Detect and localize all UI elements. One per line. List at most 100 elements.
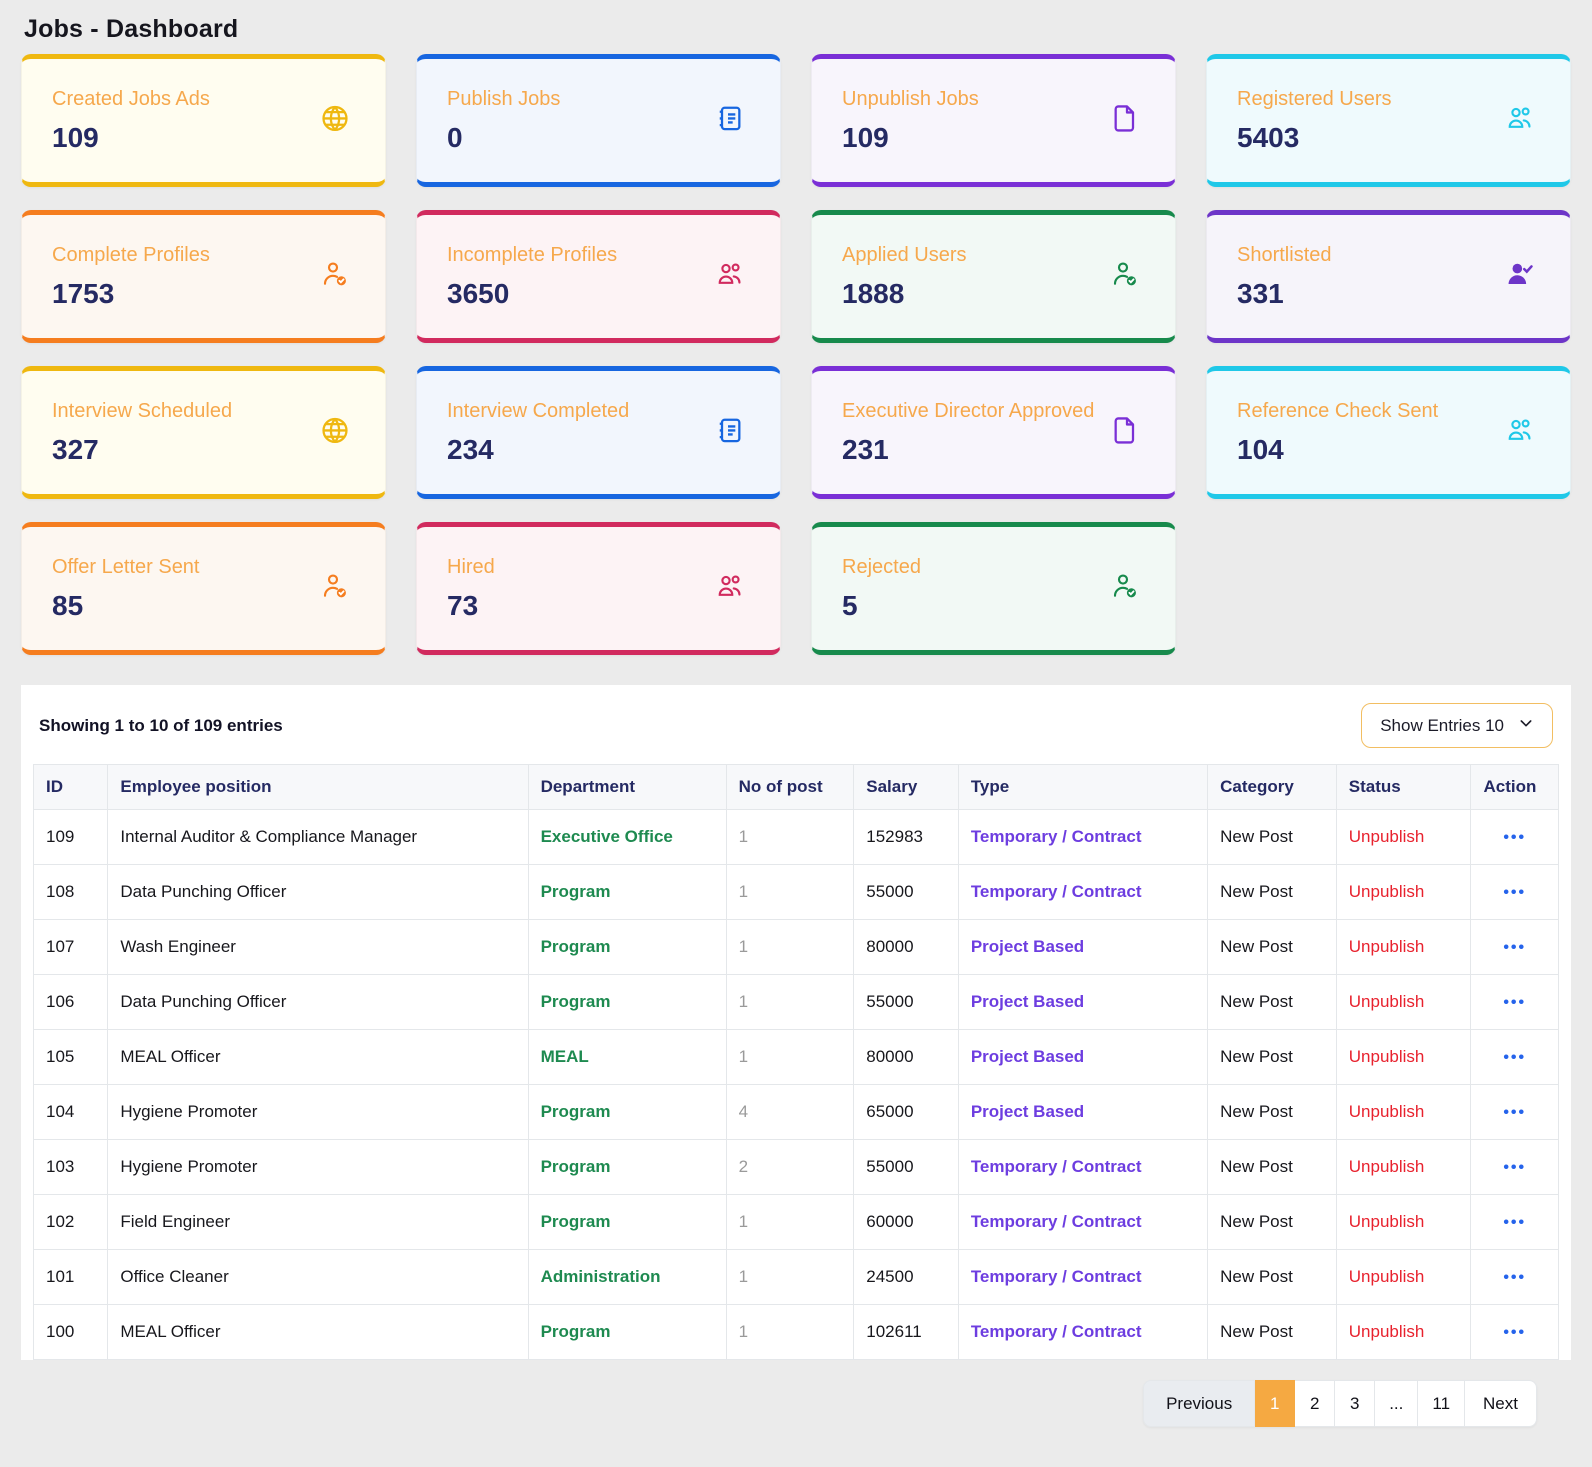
show-entries-label: Show Entries 10 (1380, 716, 1504, 736)
users-icon (1504, 102, 1536, 134)
cell-category: New Post (1208, 1305, 1337, 1360)
page-3-button[interactable]: 3 (1335, 1380, 1375, 1427)
cell-no-of-post: 1 (726, 865, 854, 920)
cell-action: ••• (1471, 865, 1559, 920)
column-header-department: Department (528, 765, 726, 810)
row-actions-button[interactable]: ••• (1503, 1269, 1526, 1286)
stat-card-value: 0 (447, 122, 750, 154)
page-11-button[interactable]: 11 (1418, 1380, 1465, 1427)
stat-card-label: Executive Director Approved (842, 400, 1145, 423)
cell-employee-position: Internal Auditor & Compliance Manager (108, 810, 528, 865)
rejected-card: Rejected5 (811, 522, 1176, 655)
cell-status: Unpublish (1336, 1030, 1471, 1085)
user-check-icon (319, 570, 351, 602)
stat-card-label: Reference Check Sent (1237, 400, 1540, 423)
notepad-icon (714, 102, 746, 134)
cell-department: Executive Office (528, 810, 726, 865)
table-row: 100MEAL OfficerProgram1102611Temporary /… (34, 1305, 1559, 1360)
show-entries-dropdown[interactable]: Show Entries 10 (1361, 703, 1553, 748)
row-actions-button[interactable]: ••• (1503, 1214, 1526, 1231)
column-header-action: Action (1471, 765, 1559, 810)
stat-card-label: Shortlisted (1237, 244, 1540, 267)
cell-type: Project Based (958, 975, 1207, 1030)
cell-action: ••• (1471, 920, 1559, 975)
chevron-down-icon (1518, 715, 1534, 736)
stat-card-label: Applied Users (842, 244, 1145, 267)
table-header-row: IDEmployee positionDepartmentNo of postS… (34, 765, 1559, 810)
row-actions-button[interactable]: ••• (1503, 994, 1526, 1011)
row-actions-button[interactable]: ••• (1503, 1159, 1526, 1176)
cell-status: Unpublish (1336, 1195, 1471, 1250)
stat-card-label: Interview Completed (447, 400, 750, 423)
user-check-icon (1109, 570, 1141, 602)
offer-letter-sent-card: Offer Letter Sent85 (21, 522, 386, 655)
cell-employee-position: Hygiene Promoter (108, 1085, 528, 1140)
cell-employee-position: Office Cleaner (108, 1250, 528, 1305)
stat-card-value: 327 (52, 434, 355, 466)
unpublish-jobs-card: Unpublish Jobs109 (811, 54, 1176, 187)
cell-department: Administration (528, 1250, 726, 1305)
cell-type: Project Based (958, 1085, 1207, 1140)
page-2-button[interactable]: 2 (1295, 1380, 1335, 1427)
table-row: 109Internal Auditor & Compliance Manager… (34, 810, 1559, 865)
cell-id: 108 (34, 865, 108, 920)
stat-card-value: 5403 (1237, 122, 1540, 154)
cell-no-of-post: 1 (726, 1195, 854, 1250)
pagination-area: Previous123...11Next (21, 1360, 1571, 1427)
cell-salary: 80000 (854, 920, 959, 975)
users-icon (714, 570, 746, 602)
page-1-button[interactable]: 1 (1255, 1380, 1295, 1427)
cell-salary: 65000 (854, 1085, 959, 1140)
cell-department: Program (528, 1140, 726, 1195)
stat-card-label: Offer Letter Sent (52, 556, 355, 579)
executive-director-approved-card: Executive Director Approved231 (811, 366, 1176, 499)
row-actions-button[interactable]: ••• (1503, 884, 1526, 901)
cell-id: 109 (34, 810, 108, 865)
stat-card-value: 104 (1237, 434, 1540, 466)
cell-status: Unpublish (1336, 810, 1471, 865)
row-actions-button[interactable]: ••• (1503, 939, 1526, 956)
cell-id: 105 (34, 1030, 108, 1085)
row-actions-button[interactable]: ••• (1503, 1049, 1526, 1066)
cell-id: 107 (34, 920, 108, 975)
cell-action: ••• (1471, 1305, 1559, 1360)
user-check-filled-icon (1504, 258, 1536, 290)
cell-action: ••• (1471, 1085, 1559, 1140)
column-header-employee-position: Employee position (108, 765, 528, 810)
row-actions-button[interactable]: ••• (1503, 1104, 1526, 1121)
row-actions-button[interactable]: ••• (1503, 829, 1526, 846)
stat-card-label: Hired (447, 556, 750, 579)
stat-card-label: Publish Jobs (447, 88, 750, 111)
cell-department: Program (528, 1305, 726, 1360)
cell-no-of-post: 1 (726, 810, 854, 865)
stat-cards-grid: Created Jobs Ads109Publish Jobs0Unpublis… (21, 54, 1571, 655)
column-header-category: Category (1208, 765, 1337, 810)
stat-card-value: 331 (1237, 278, 1540, 310)
next-button[interactable]: Next (1465, 1380, 1537, 1427)
cell-action: ••• (1471, 1250, 1559, 1305)
previous-button[interactable]: Previous (1143, 1380, 1255, 1427)
cell-salary: 55000 (854, 865, 959, 920)
cell-category: New Post (1208, 810, 1337, 865)
cell-category: New Post (1208, 920, 1337, 975)
table-row: 102Field EngineerProgram160000Temporary … (34, 1195, 1559, 1250)
cell-id: 104 (34, 1085, 108, 1140)
cell-employee-position: Wash Engineer (108, 920, 528, 975)
cell-no-of-post: 2 (726, 1140, 854, 1195)
cell-employee-position: Data Punching Officer (108, 975, 528, 1030)
cell-category: New Post (1208, 1085, 1337, 1140)
stat-card-label: Created Jobs Ads (52, 88, 355, 111)
cell-action: ••• (1471, 1030, 1559, 1085)
stat-card-value: 3650 (447, 278, 750, 310)
stat-card-label: Incomplete Profiles (447, 244, 750, 267)
cell-employee-position: MEAL Officer (108, 1305, 528, 1360)
cell-action: ••• (1471, 1195, 1559, 1250)
cell-type: Temporary / Contract (958, 1305, 1207, 1360)
notepad-icon (714, 414, 746, 446)
jobs-table-body: 109Internal Auditor & Compliance Manager… (34, 810, 1559, 1360)
cell-department: Program (528, 975, 726, 1030)
column-header-salary: Salary (854, 765, 959, 810)
row-actions-button[interactable]: ••• (1503, 1324, 1526, 1341)
interview-completed-card: Interview Completed234 (416, 366, 781, 499)
cell-salary: 24500 (854, 1250, 959, 1305)
